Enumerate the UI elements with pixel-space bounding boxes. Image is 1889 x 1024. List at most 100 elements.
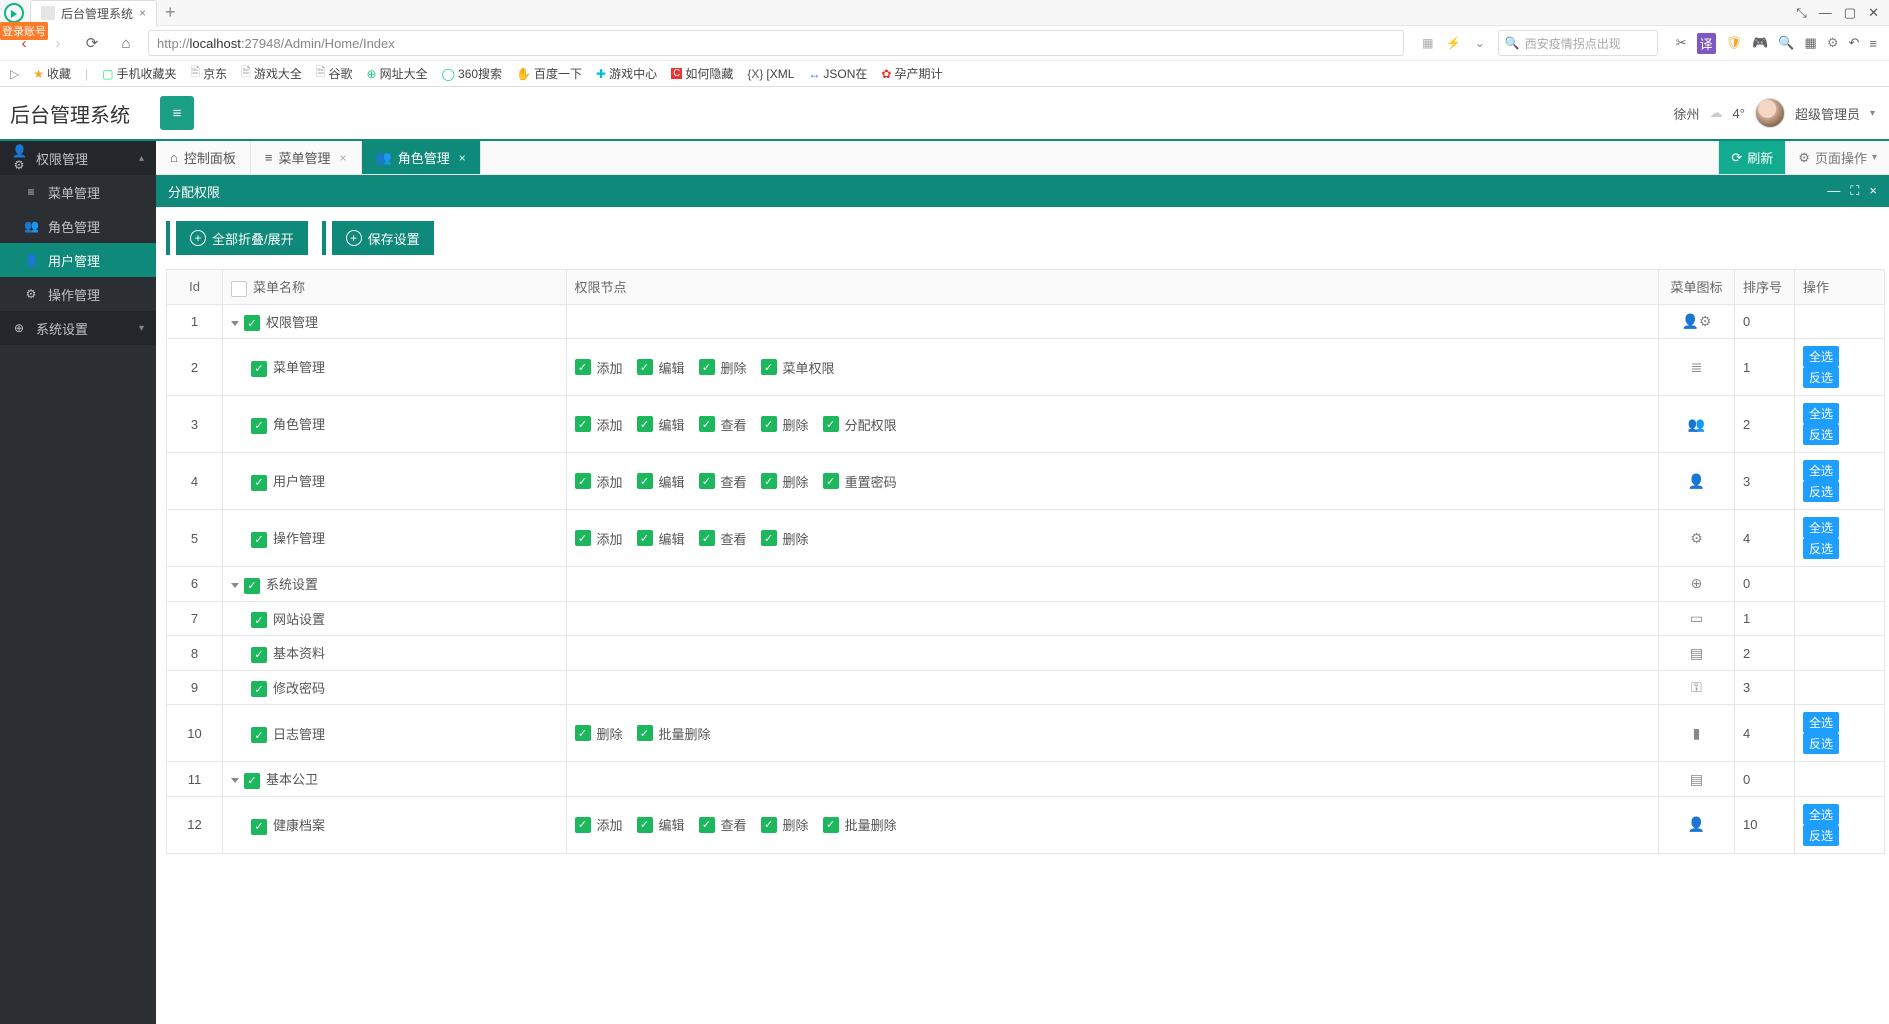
invert-select-button[interactable]: 反选 bbox=[1803, 367, 1839, 388]
forward-button[interactable]: › bbox=[46, 31, 70, 55]
new-tab-button[interactable]: + bbox=[157, 2, 184, 23]
maximize-icon[interactable]: ⛶ bbox=[1850, 183, 1859, 199]
checkbox-checked-icon[interactable]: ✓ bbox=[575, 530, 591, 546]
checkbox-checked-icon[interactable]: ✓ bbox=[823, 473, 839, 489]
bookmark-item[interactable]: {X}[XML bbox=[747, 67, 794, 81]
perm-item[interactable]: ✓删除 bbox=[575, 724, 623, 743]
reload-button[interactable]: ⟳ bbox=[80, 31, 104, 55]
tree-toggle-icon[interactable] bbox=[231, 778, 239, 783]
checkbox-checked-icon[interactable]: ✓ bbox=[761, 473, 777, 489]
checkbox-checked-icon[interactable]: ✓ bbox=[575, 359, 591, 375]
perm-item[interactable]: ✓添加 bbox=[575, 815, 623, 834]
perm-item[interactable]: ✓添加 bbox=[575, 358, 623, 377]
avatar[interactable] bbox=[1755, 98, 1785, 128]
checkbox-checked-icon[interactable]: ✓ bbox=[251, 612, 267, 628]
menu-icon[interactable]: ≡ bbox=[1869, 36, 1877, 51]
checkbox-checked-icon[interactable]: ✓ bbox=[761, 359, 777, 375]
apps-icon[interactable]: ▦ bbox=[1805, 35, 1817, 51]
checkbox-checked-icon[interactable]: ✓ bbox=[251, 361, 267, 377]
checkbox-checked-icon[interactable]: ✓ bbox=[637, 359, 653, 375]
save-settings-button[interactable]: +保存设置 bbox=[332, 221, 434, 255]
perm-item[interactable]: ✓编辑 bbox=[637, 415, 685, 434]
chevron-down-icon[interactable]: ⌄ bbox=[1472, 35, 1488, 51]
perm-item[interactable]: ✓编辑 bbox=[637, 529, 685, 548]
tree-toggle-icon[interactable] bbox=[231, 321, 239, 326]
checkbox-checked-icon[interactable]: ✓ bbox=[251, 532, 267, 548]
refresh-button[interactable]: ⟳刷新 bbox=[1718, 141, 1785, 174]
checkbox-checked-icon[interactable]: ✓ bbox=[761, 817, 777, 833]
browser-tab[interactable]: 后台管理系统 × bbox=[30, 0, 157, 26]
bookmark-item[interactable]: ◯360搜索 bbox=[442, 65, 502, 82]
checkbox-checked-icon[interactable]: ✓ bbox=[251, 819, 267, 835]
perm-item[interactable]: ✓添加 bbox=[575, 415, 623, 434]
collapse-expand-button[interactable]: +全部折叠/展开 bbox=[176, 221, 308, 255]
invert-select-button[interactable]: 反选 bbox=[1803, 538, 1839, 559]
bookmark-item[interactable]: ✿孕产期计 bbox=[881, 65, 942, 82]
checkbox-checked-icon[interactable]: ✓ bbox=[823, 416, 839, 432]
bookmark-item[interactable]: 🗎京东 bbox=[191, 63, 228, 84]
invert-select-button[interactable]: 反选 bbox=[1803, 424, 1839, 445]
gear-icon[interactable]: ⚙ bbox=[1827, 35, 1839, 51]
perm-item[interactable]: ✓分配权限 bbox=[823, 415, 897, 434]
tab-角色管理[interactable]: 👥角色管理× bbox=[362, 141, 481, 174]
checkbox-checked-icon[interactable]: ✓ bbox=[699, 473, 715, 489]
checkbox-checked-icon[interactable]: ✓ bbox=[575, 416, 591, 432]
bookmark-item[interactable]: ★收藏 bbox=[33, 65, 71, 82]
select-all-button[interactable]: 全选 bbox=[1803, 346, 1839, 367]
window-close-icon[interactable]: ✕ bbox=[1868, 5, 1879, 21]
bookmark-item[interactable]: 🗎游戏大全 bbox=[241, 63, 302, 84]
invert-select-button[interactable]: 反选 bbox=[1803, 825, 1839, 846]
select-all-button[interactable]: 全选 bbox=[1803, 804, 1839, 825]
close-icon[interactable]: × bbox=[139, 6, 146, 20]
invert-select-button[interactable]: 反选 bbox=[1803, 481, 1839, 502]
checkbox-checked-icon[interactable]: ✓ bbox=[251, 727, 267, 743]
window-sync-icon[interactable]: ⤡ bbox=[1796, 5, 1806, 21]
sidebar-item-菜单管理[interactable]: ≡菜单管理 bbox=[0, 175, 156, 209]
checkbox-checked-icon[interactable]: ✓ bbox=[575, 725, 591, 741]
sidebar-item-权限管理[interactable]: 👤⚙权限管理▴ bbox=[0, 141, 156, 175]
checkbox-checked-icon[interactable]: ✓ bbox=[637, 416, 653, 432]
sidebar-item-角色管理[interactable]: 👥角色管理 bbox=[0, 209, 156, 243]
close-icon[interactable]: × bbox=[1869, 183, 1877, 199]
tree-toggle-icon[interactable] bbox=[231, 583, 239, 588]
window-min-icon[interactable]: — bbox=[1819, 5, 1832, 21]
tab-菜单管理[interactable]: ≡菜单管理× bbox=[251, 141, 362, 174]
select-all-button[interactable]: 全选 bbox=[1803, 460, 1839, 481]
bookmark-item[interactable]: ⊕网址大全 bbox=[367, 65, 428, 82]
qr-icon[interactable]: ▦ bbox=[1420, 35, 1436, 51]
bookmark-item[interactable]: C如何隐藏 bbox=[671, 65, 733, 82]
minimize-icon[interactable]: — bbox=[1827, 183, 1840, 199]
close-icon[interactable]: × bbox=[339, 151, 346, 165]
checkbox-checked-icon[interactable]: ✓ bbox=[575, 473, 591, 489]
perm-item[interactable]: ✓编辑 bbox=[637, 815, 685, 834]
checkbox-checked-icon[interactable]: ✓ bbox=[823, 817, 839, 833]
translate-icon[interactable]: 译 bbox=[1697, 33, 1716, 54]
perm-item[interactable]: ✓编辑 bbox=[637, 358, 685, 377]
perm-item[interactable]: ✓删除 bbox=[761, 472, 809, 491]
perm-item[interactable]: ✓删除 bbox=[761, 815, 809, 834]
page-ops-button[interactable]: ⚙页面操作▾ bbox=[1785, 141, 1889, 174]
perm-item[interactable]: ✓删除 bbox=[761, 415, 809, 434]
perm-item[interactable]: ✓添加 bbox=[575, 529, 623, 548]
select-all-button[interactable]: 全选 bbox=[1803, 403, 1839, 424]
shield-icon[interactable]: 🛡 bbox=[1726, 35, 1743, 51]
perm-item[interactable]: ✓查看 bbox=[699, 472, 747, 491]
undo-icon[interactable]: ↶ bbox=[1849, 35, 1860, 51]
window-max-icon[interactable]: ▢ bbox=[1844, 5, 1856, 21]
checkbox-checked-icon[interactable]: ✓ bbox=[251, 681, 267, 697]
checkbox-checked-icon[interactable]: ✓ bbox=[699, 359, 715, 375]
bookmark-item[interactable]: ✚游戏中心 bbox=[596, 65, 657, 82]
bookmark-item[interactable]: ▷ bbox=[10, 67, 19, 81]
bookmark-item[interactable]: 🗎谷歌 bbox=[316, 63, 353, 84]
perm-item[interactable]: ✓查看 bbox=[699, 815, 747, 834]
invert-select-button[interactable]: 反选 bbox=[1803, 733, 1839, 754]
bookmark-item[interactable]: ↔JSON在 bbox=[808, 65, 867, 82]
bolt-icon[interactable]: ⚡ bbox=[1446, 35, 1462, 51]
checkbox-checked-icon[interactable]: ✓ bbox=[761, 416, 777, 432]
checkbox-checked-icon[interactable]: ✓ bbox=[699, 416, 715, 432]
tab-控制面板[interactable]: ⌂控制面板 bbox=[156, 141, 251, 174]
checkbox-checked-icon[interactable]: ✓ bbox=[251, 647, 267, 663]
checkbox-checked-icon[interactable]: ✓ bbox=[761, 530, 777, 546]
checkbox-checked-icon[interactable]: ✓ bbox=[699, 530, 715, 546]
perm-item[interactable]: ✓添加 bbox=[575, 472, 623, 491]
